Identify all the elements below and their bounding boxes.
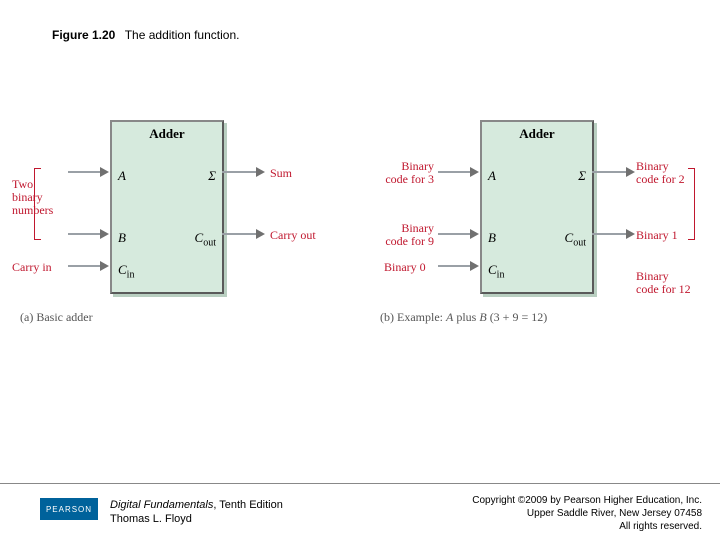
label-carry-in: Carry in (12, 260, 52, 275)
label-sum: Sum (270, 166, 292, 181)
port-B-left: B (118, 230, 126, 246)
label-carry-out: Carry out (270, 228, 316, 243)
copyright-block: Copyright ©2009 by Pearson Higher Educat… (472, 494, 702, 533)
figure-number: Figure 1.20 (52, 28, 115, 42)
caption-a: (a) Basic adder (20, 310, 93, 325)
port-B-right: B (488, 230, 496, 246)
figure-caption-text: The addition function. (125, 28, 240, 42)
book-title: Digital Fundamentals (110, 499, 213, 511)
copyright-line3: All rights reserved. (472, 520, 702, 533)
port-A-left: A (118, 168, 126, 184)
book-author: Thomas L. Floyd (110, 512, 283, 526)
label-bin0: Binary 0 (384, 260, 426, 275)
port-Sigma-left: Σ (208, 168, 216, 184)
port-Cout-right: Cout (565, 230, 586, 249)
book-title-line: Digital Fundamentals, Tenth Edition (110, 498, 283, 512)
caption-b: (b) Example: A plus B (3 + 9 = 12) (380, 310, 547, 325)
port-Sigma-right: Σ (578, 168, 586, 184)
port-Cin-right: Cin (488, 262, 504, 281)
label-bin1: Binary 1 (636, 228, 678, 243)
label-code9: Binarycode for 9 (380, 222, 434, 248)
book-info: Digital Fundamentals, Tenth Edition Thom… (110, 498, 283, 527)
label-two-binary: Twobinarynumbers (12, 178, 72, 218)
pearson-logo: PEARSON (40, 498, 98, 520)
footer: PEARSON Digital Fundamentals, Tenth Edit… (0, 483, 720, 540)
port-A-right: A (488, 168, 496, 184)
label-code3: Binarycode for 3 (380, 160, 434, 186)
copyright-line2: Upper Saddle River, New Jersey 07458 (472, 507, 702, 520)
adder-title-example: Adder (482, 126, 592, 142)
label-code2: Binarycode for 2 (636, 160, 685, 186)
label-code12: Binarycode for 12 (636, 270, 691, 296)
bracket-code12 (688, 168, 695, 240)
figure-caption: Figure 1.20 The addition function. (52, 28, 239, 42)
diagram-area: Adder A B Cin Σ Cout Twobinarynumbers Ca… (20, 120, 700, 340)
adder-title-basic: Adder (112, 126, 222, 142)
port-Cin-left: Cin (118, 262, 134, 281)
port-Cout-left: Cout (195, 230, 216, 249)
copyright-line1: Copyright ©2009 by Pearson Higher Educat… (472, 494, 702, 507)
adder-box-example: Adder A B Cin Σ Cout (480, 120, 594, 294)
adder-box-basic: Adder A B Cin Σ Cout (110, 120, 224, 294)
book-edition: , Tenth Edition (213, 499, 283, 511)
